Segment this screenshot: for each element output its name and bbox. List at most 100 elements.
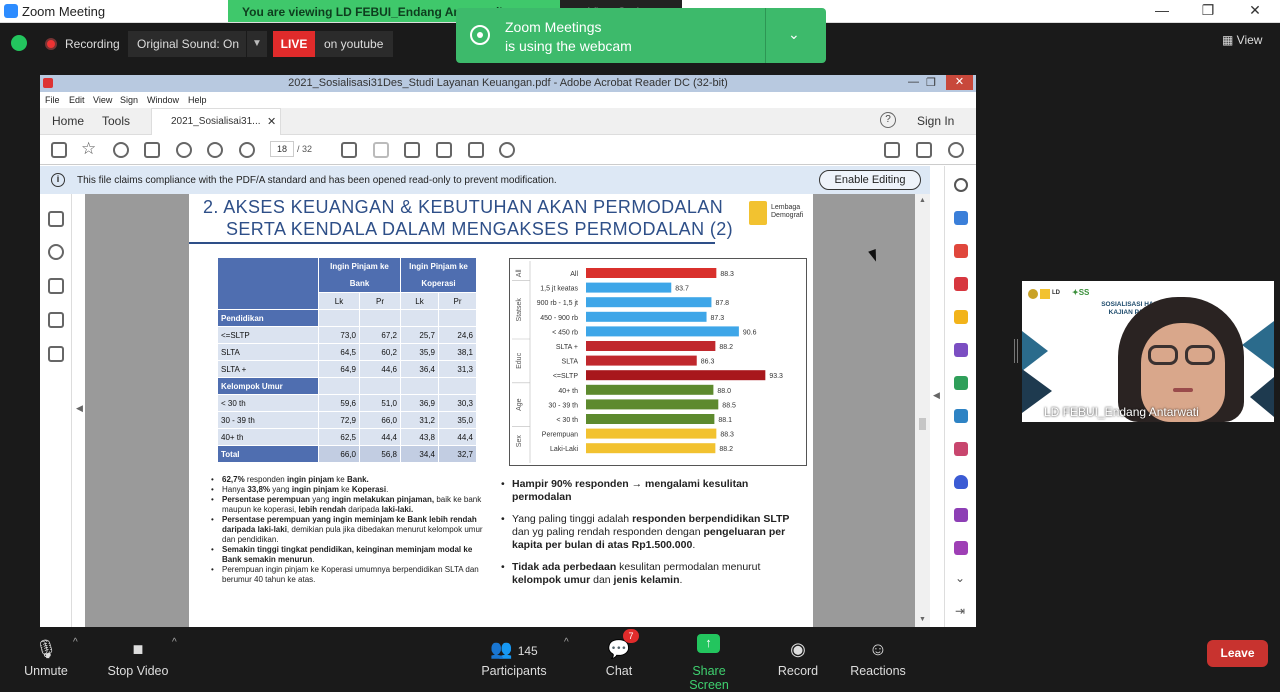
sign-in-button[interactable]: Sign In <box>917 114 954 128</box>
acrobat-maximize-icon[interactable]: ❐ <box>926 76 936 89</box>
edit-pdf-icon[interactable] <box>436 142 452 158</box>
video-options-caret-icon[interactable]: ^ <box>172 637 177 648</box>
webcam-notification[interactable]: Zoom Meetings is using the webcam ⌄ <box>456 8 826 63</box>
menu-view[interactable]: View <box>93 95 112 105</box>
scrollbar-thumb[interactable] <box>919 418 926 430</box>
fill-sign-icon[interactable] <box>954 442 968 456</box>
participants-button[interactable]: 👥 145 Participants <box>481 640 547 678</box>
live-badge[interactable]: LIVE <box>273 31 315 57</box>
note-item: Hanya 33,8% yang ingin pinjam ke Koperas… <box>211 485 491 495</box>
save-icon[interactable] <box>51 142 67 158</box>
chart-value-label: 88.1 <box>718 417 732 424</box>
stop-video-button[interactable]: ■ Stop Video <box>106 640 170 678</box>
leave-button[interactable]: Leave <box>1207 640 1268 667</box>
page-number-input[interactable]: 18 <box>270 141 294 157</box>
zoom-search-icon[interactable] <box>176 142 192 158</box>
participants-caret-icon[interactable]: ^ <box>564 637 569 648</box>
sign-pen-icon[interactable] <box>404 142 420 158</box>
close-icon[interactable]: ✕ <box>1245 2 1265 19</box>
view-button[interactable]: ▦ View <box>1222 33 1262 47</box>
combine-files-icon[interactable] <box>954 343 968 357</box>
tags-structure-icon[interactable] <box>48 312 64 328</box>
menu-sign[interactable]: Sign <box>120 95 138 105</box>
page-up-icon[interactable] <box>207 142 223 158</box>
tab-document[interactable]: 2021_Sosialisai31... ✕ <box>151 108 281 135</box>
menu-edit[interactable]: Edit <box>69 95 85 105</box>
rotate-icon[interactable] <box>499 142 515 158</box>
collapse-panel-icon[interactable]: ⇥ <box>955 604 965 618</box>
vertical-scrollbar[interactable]: ▲ ▼ <box>915 194 930 627</box>
maximize-icon[interactable]: ❐ <box>1198 2 1218 19</box>
table-row: 40+ th 62,5 44,4 43,8 44,4 <box>217 428 477 446</box>
unmute-button[interactable]: 🎙 Unmute <box>22 640 70 678</box>
ld-logo-icon: LD <box>1052 290 1060 296</box>
page-thumbnails-icon[interactable] <box>48 211 64 227</box>
notification-message: is using the webcam <box>505 38 632 54</box>
record-button[interactable]: ◉ Record <box>777 640 819 678</box>
chat-label: Chat <box>605 664 633 678</box>
table-cell-empty <box>359 377 401 395</box>
original-sound-button[interactable]: Original Sound: On <box>128 31 246 57</box>
zoom-in-icon[interactable] <box>954 178 968 192</box>
video-panel-handle-icon[interactable] <box>1014 339 1018 363</box>
right-collapse-arrow-icon[interactable]: ◀ <box>933 390 940 401</box>
university-seal-icon <box>1028 289 1038 299</box>
more-tools-chevron-icon[interactable]: ⌄ <box>955 571 965 585</box>
delete-trash-icon[interactable] <box>468 142 484 158</box>
layers-icon[interactable] <box>48 278 64 294</box>
print-icon[interactable] <box>144 142 160 158</box>
create-pdf-icon[interactable] <box>954 211 968 225</box>
tab-close-icon[interactable]: ✕ <box>267 115 276 128</box>
account-icon[interactable] <box>948 142 964 158</box>
note-item: 62,7% responden ingin pinjam ke Bank. <box>211 475 491 485</box>
acrobat-minimize-icon[interactable]: — <box>908 76 919 88</box>
comment-tool-icon[interactable] <box>954 310 968 324</box>
chevron-down-icon[interactable]: ⌄ <box>788 26 800 43</box>
note-text: . <box>692 539 696 551</box>
upload-cloud-icon[interactable] <box>113 142 129 158</box>
table-cell: 25,7 <box>400 326 439 344</box>
enable-editing-button[interactable]: Enable Editing <box>819 170 921 190</box>
audio-options-caret-icon[interactable]: ^ <box>73 637 78 648</box>
page-down-icon[interactable] <box>239 142 255 158</box>
menu-file[interactable]: File <box>45 95 60 105</box>
organize-pages-icon[interactable] <box>954 244 968 258</box>
menu-help[interactable]: Help <box>188 95 207 105</box>
protect-shield-icon[interactable] <box>954 475 968 489</box>
original-sound-dropdown-chevron-icon[interactable]: ▼ <box>247 31 267 57</box>
comment-icon[interactable] <box>341 142 357 158</box>
email-icon[interactable] <box>916 142 932 158</box>
edit-pdf-tool-icon[interactable] <box>954 409 968 423</box>
tab-home[interactable]: Home <box>52 114 84 128</box>
bookmark-star-icon[interactable]: ☆ <box>81 139 97 158</box>
highlight-pen-icon[interactable] <box>373 142 389 158</box>
scroll-up-icon[interactable]: ▲ <box>919 197 926 204</box>
stop-video-label: Stop Video <box>107 664 169 678</box>
reactions-button[interactable]: ☺ Reactions <box>849 640 907 678</box>
chart-value-label: 83.7 <box>675 286 689 293</box>
scan-ocr-icon[interactable] <box>954 376 968 390</box>
tab-tools[interactable]: Tools <box>102 114 130 128</box>
scroll-down-icon[interactable]: ▼ <box>919 616 926 623</box>
export-pdf-icon[interactable] <box>954 277 968 291</box>
share-screen-arrow-icon[interactable]: ↑ <box>697 634 720 653</box>
live-target-label[interactable]: on youtube <box>315 31 393 57</box>
security-lock-icon[interactable] <box>48 346 64 362</box>
link-share-icon[interactable] <box>884 142 900 158</box>
menu-window[interactable]: Window <box>147 95 179 105</box>
participant-video-tile[interactable]: LD ✦SS SOSIALISASI HASIL STUDI DAN KAJIA… <box>1022 281 1274 422</box>
security-shield-icon[interactable] <box>11 35 27 51</box>
recording-indicator[interactable]: Recording <box>38 31 124 57</box>
table-row-label: 40+ th <box>217 428 319 446</box>
chart-group-label: Statsek <box>516 298 523 322</box>
note-bold-text: Hampir 90% responden → mengalami kesulit… <box>512 478 749 503</box>
table-subhead: Pr <box>438 292 477 310</box>
redact-icon[interactable] <box>954 508 968 522</box>
help-icon[interactable]: ? <box>880 112 896 128</box>
acrobat-close-icon[interactable]: ✕ <box>946 75 973 90</box>
left-collapse-arrow-icon[interactable]: ◀ <box>76 403 83 414</box>
chat-button[interactable]: 💬 Chat <box>603 640 635 678</box>
attachments-paperclip-icon[interactable] <box>48 244 64 260</box>
minimize-icon[interactable]: — <box>1152 2 1172 18</box>
prepare-form-icon[interactable] <box>954 541 968 555</box>
